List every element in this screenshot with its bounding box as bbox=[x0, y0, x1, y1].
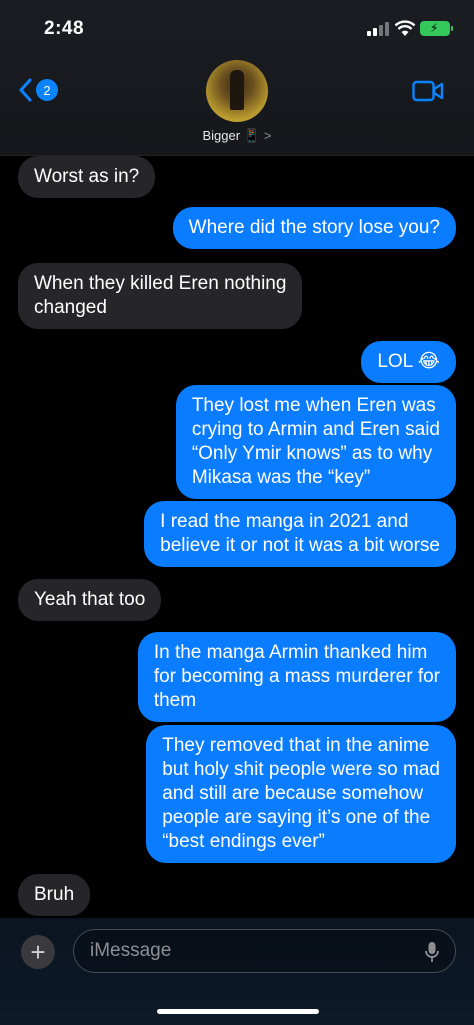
contact-name: Bigger 📱 bbox=[202, 128, 260, 143]
message-text: for becoming a mass murderer for bbox=[153, 666, 440, 687]
message-text: Worst as in? bbox=[34, 166, 140, 187]
contact-avatar[interactable] bbox=[206, 60, 268, 122]
back-button[interactable]: 2 bbox=[18, 78, 58, 102]
battery-charging-icon: ⚡ bbox=[420, 21, 453, 36]
chevron-left-icon bbox=[19, 78, 32, 102]
cellular-signal-icon bbox=[367, 22, 389, 36]
facetime-video-icon[interactable] bbox=[412, 80, 444, 102]
message-text: When they killed Eren nothing bbox=[34, 273, 287, 294]
message-text: Bruh bbox=[34, 884, 75, 905]
message-bubble-incoming[interactable]: When they killed Eren nothing changed bbox=[18, 263, 303, 329]
message-text: In the manga Armin thanked him bbox=[153, 642, 428, 663]
message-text: I read the manga in 2021 and bbox=[160, 511, 409, 532]
status-time: 2:48 bbox=[44, 18, 85, 39]
message-text: them bbox=[153, 690, 197, 711]
message-text: “best endings ever” bbox=[162, 831, 325, 852]
message-text: LOL 😂 bbox=[377, 351, 440, 372]
home-indicator[interactable] bbox=[157, 1009, 319, 1014]
message-bubble-incoming[interactable]: Bruh bbox=[18, 874, 91, 916]
message-text: Where did the story lose you? bbox=[188, 217, 440, 238]
message-text: changed bbox=[34, 297, 107, 318]
message-bubble-incoming[interactable]: Worst as in? bbox=[18, 156, 156, 198]
wifi-icon bbox=[394, 20, 416, 36]
microphone-icon[interactable] bbox=[425, 941, 439, 963]
conversation-header: 2:48 ⚡ 2 Bigger 📱 > bbox=[0, 0, 474, 156]
message-bubble-outgoing[interactable]: They removed that in the anime but holy … bbox=[146, 725, 456, 863]
imessage-input[interactable]: iMessage bbox=[73, 929, 456, 973]
message-text: crying to Armin and Eren said bbox=[191, 419, 440, 440]
unread-count-badge: 2 bbox=[36, 79, 58, 101]
input-placeholder: iMessage bbox=[90, 940, 172, 961]
message-bubble-incoming[interactable]: Yeah that too bbox=[18, 579, 162, 621]
message-text: Mikasa was the “key” bbox=[191, 467, 371, 488]
message-text: and still are because somehow bbox=[162, 783, 424, 804]
message-bubble-outgoing[interactable]: They lost me when Eren was crying to Arm… bbox=[175, 385, 456, 499]
message-text: Yeah that too bbox=[34, 589, 146, 610]
message-text: believe it or not it was a bit worse bbox=[160, 535, 440, 556]
message-text: people are saying it’s one of the bbox=[162, 807, 431, 828]
chevron-right-icon: > bbox=[263, 128, 272, 143]
message-text: They removed that in the anime bbox=[162, 735, 430, 756]
message-text: They lost me when Eren was bbox=[191, 395, 436, 416]
apps-plus-button[interactable]: + bbox=[21, 935, 55, 969]
message-bubble-outgoing[interactable]: I read the manga in 2021 and believe it … bbox=[144, 501, 456, 567]
message-text: but holy shit people were so mad bbox=[162, 759, 440, 780]
message-bubble-outgoing[interactable]: In the manga Armin thanked him for becom… bbox=[137, 632, 456, 722]
message-text: “Only Ymir knows” as to why bbox=[191, 443, 433, 464]
message-bubble-outgoing[interactable]: Where did the story lose you? bbox=[172, 207, 456, 249]
contact-name-row[interactable]: Bigger 📱 > bbox=[0, 128, 474, 144]
message-bubble-outgoing[interactable]: LOL 😂 bbox=[361, 341, 456, 383]
